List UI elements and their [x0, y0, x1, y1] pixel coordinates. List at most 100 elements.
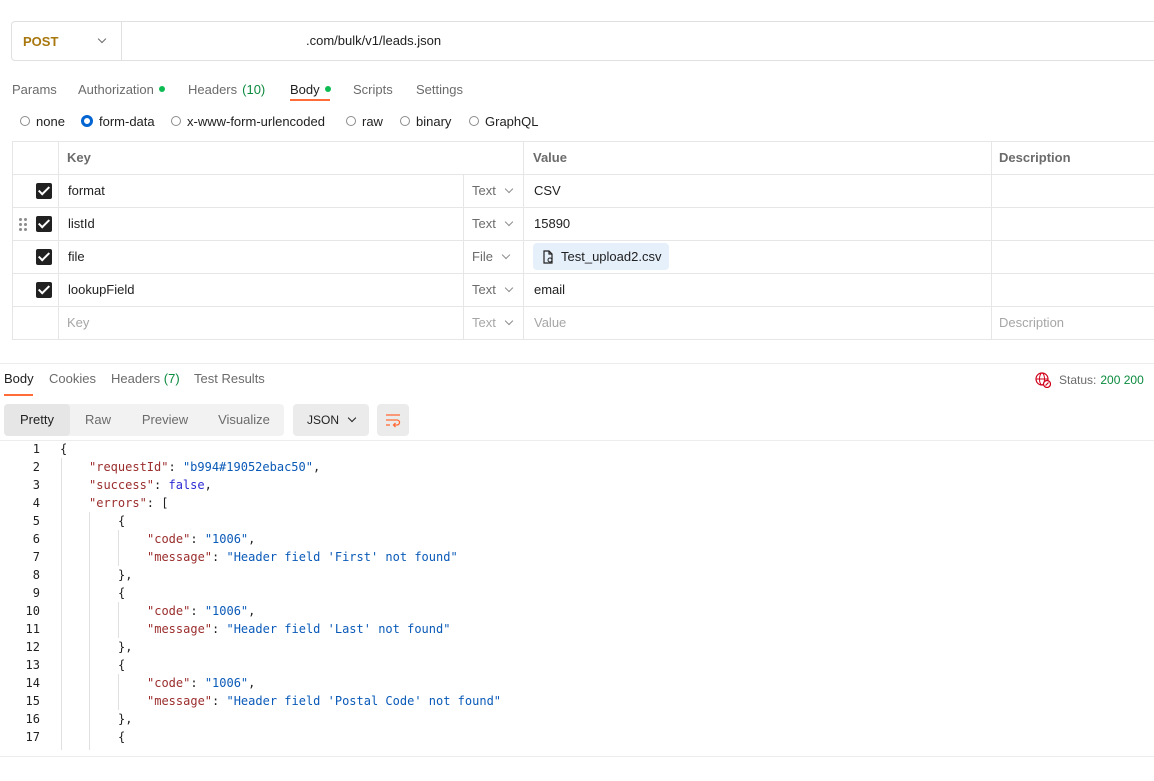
- wrap-lines-button[interactable]: [377, 404, 409, 436]
- json-string: "Header field 'First' not found": [226, 550, 458, 564]
- format-select[interactable]: JSON: [293, 404, 369, 436]
- table-row: file File Test_upload2.csv: [13, 241, 1154, 274]
- radio-none[interactable]: none: [20, 113, 65, 129]
- code-text: {: [118, 658, 126, 672]
- radio-icon: [400, 116, 410, 126]
- row-checkbox[interactable]: [36, 249, 52, 265]
- tab-scripts[interactable]: Scripts: [353, 77, 393, 101]
- tab-label: Settings: [416, 81, 463, 97]
- chevron-down-icon: [97, 34, 107, 44]
- value-placeholder[interactable]: Value: [534, 307, 566, 339]
- radio-form-data[interactable]: form-data: [81, 113, 155, 129]
- url-input[interactable]: .com/bulk/v1/leads.json: [306, 22, 441, 60]
- row-value[interactable]: 15890: [534, 208, 570, 240]
- line-number: 8: [32, 568, 40, 582]
- table-header-row: Key Value Description: [13, 142, 1154, 175]
- tab-label: Params: [12, 81, 57, 97]
- row-value[interactable]: CSV: [534, 175, 561, 207]
- line-number: 13: [25, 658, 40, 672]
- radio-graphql[interactable]: GraphQL: [469, 113, 538, 129]
- json-key: "message": [147, 694, 213, 708]
- type-select[interactable]: File: [472, 241, 511, 273]
- drag-handle-icon[interactable]: [19, 218, 27, 232]
- radio-urlencoded[interactable]: x-www-form-urlencoded: [171, 113, 325, 129]
- radio-selected-icon: [81, 115, 93, 127]
- radio-label: form-data: [99, 113, 155, 129]
- globe-error-icon[interactable]: [1035, 372, 1051, 388]
- type-select[interactable]: Text: [472, 175, 514, 207]
- chevron-down-icon: [504, 217, 514, 227]
- row-key[interactable]: lookupField: [68, 274, 135, 306]
- file-name: Test_upload2.csv: [561, 249, 662, 264]
- response-status: Status: 200 200: [1035, 371, 1144, 389]
- response-tab-cookies[interactable]: Cookies: [49, 371, 96, 389]
- indent-guide: [89, 512, 90, 750]
- chevron-down-icon: [501, 250, 511, 260]
- row-checkbox[interactable]: [36, 216, 52, 232]
- table-row: format Text CSV: [13, 175, 1154, 208]
- type-label: Text: [472, 216, 496, 231]
- tab-params[interactable]: Params: [12, 77, 57, 101]
- section-divider: [0, 363, 1154, 364]
- radio-binary[interactable]: binary: [400, 113, 451, 129]
- view-raw-button[interactable]: Raw: [76, 404, 120, 436]
- json-key: "success": [89, 478, 155, 492]
- chevron-down-icon: [504, 184, 514, 194]
- json-string: "Header field 'Last' not found": [226, 622, 451, 636]
- method-select[interactable]: POST: [12, 22, 122, 60]
- tab-body[interactable]: Body: [290, 77, 331, 101]
- line-number: 4: [32, 496, 40, 510]
- tab-count: (7): [163, 371, 180, 386]
- description-placeholder[interactable]: Description: [999, 307, 1064, 339]
- view-preview-button[interactable]: Preview: [134, 404, 196, 436]
- wrap-lines-icon: [386, 414, 401, 428]
- tab-headers[interactable]: Headers (10): [188, 77, 265, 101]
- type-select[interactable]: Text: [472, 208, 514, 240]
- line-number: 15: [25, 694, 40, 708]
- active-tab-indicator: [4, 394, 33, 396]
- row-key[interactable]: file: [68, 241, 85, 273]
- type-label: Text: [472, 282, 496, 297]
- tab-authorization[interactable]: Authorization: [78, 77, 165, 101]
- json-key: "code": [147, 604, 191, 618]
- response-code-view[interactable]: 1{ 2 "requestId": "b994#19052ebac50", 3 "s…: [0, 440, 1154, 750]
- status-dot: [158, 86, 165, 92]
- row-checkbox[interactable]: [36, 183, 52, 199]
- line-number: 3: [32, 478, 40, 492]
- indent-guide: [118, 674, 119, 710]
- type-label: Text: [472, 315, 496, 330]
- view-pretty-button[interactable]: Pretty: [4, 404, 70, 436]
- format-label: JSON: [306, 413, 339, 427]
- type-select[interactable]: Text: [472, 307, 514, 339]
- tab-label: Headers: [111, 371, 161, 386]
- radio-icon: [469, 116, 479, 126]
- response-tab-headers[interactable]: Headers (7): [111, 371, 180, 389]
- row-value[interactable]: email: [534, 274, 565, 306]
- response-tab-test-results[interactable]: Test Results: [194, 371, 265, 389]
- tab-label: Scripts: [353, 81, 393, 97]
- json-key: "message": [147, 550, 213, 564]
- view-visualize-button[interactable]: Visualize: [208, 404, 280, 436]
- key-placeholder[interactable]: Key: [67, 307, 89, 339]
- radio-icon: [346, 116, 356, 126]
- json-punct: ,: [204, 478, 212, 492]
- type-select[interactable]: Text: [472, 274, 514, 306]
- json-punct: ,: [248, 604, 256, 618]
- radio-raw[interactable]: raw: [346, 113, 383, 129]
- method-label: POST: [23, 33, 59, 49]
- response-tab-body[interactable]: Body: [4, 371, 34, 389]
- line-number: 2: [32, 460, 40, 474]
- row-key[interactable]: format: [68, 175, 105, 207]
- tab-settings[interactable]: Settings: [416, 77, 463, 101]
- code-text: },: [118, 568, 133, 582]
- file-chip[interactable]: Test_upload2.csv: [533, 243, 670, 270]
- bottom-divider: [0, 756, 1154, 757]
- code-text: {: [118, 514, 126, 528]
- json-punct: ,: [312, 460, 321, 474]
- indent-guide: [118, 602, 119, 638]
- row-checkbox[interactable]: [36, 282, 52, 298]
- row-key[interactable]: listId: [68, 208, 95, 240]
- tab-label: Body: [290, 81, 320, 97]
- line-number: 12: [25, 640, 40, 654]
- form-data-table: Key Value Description format Text CSV li…: [12, 141, 1154, 340]
